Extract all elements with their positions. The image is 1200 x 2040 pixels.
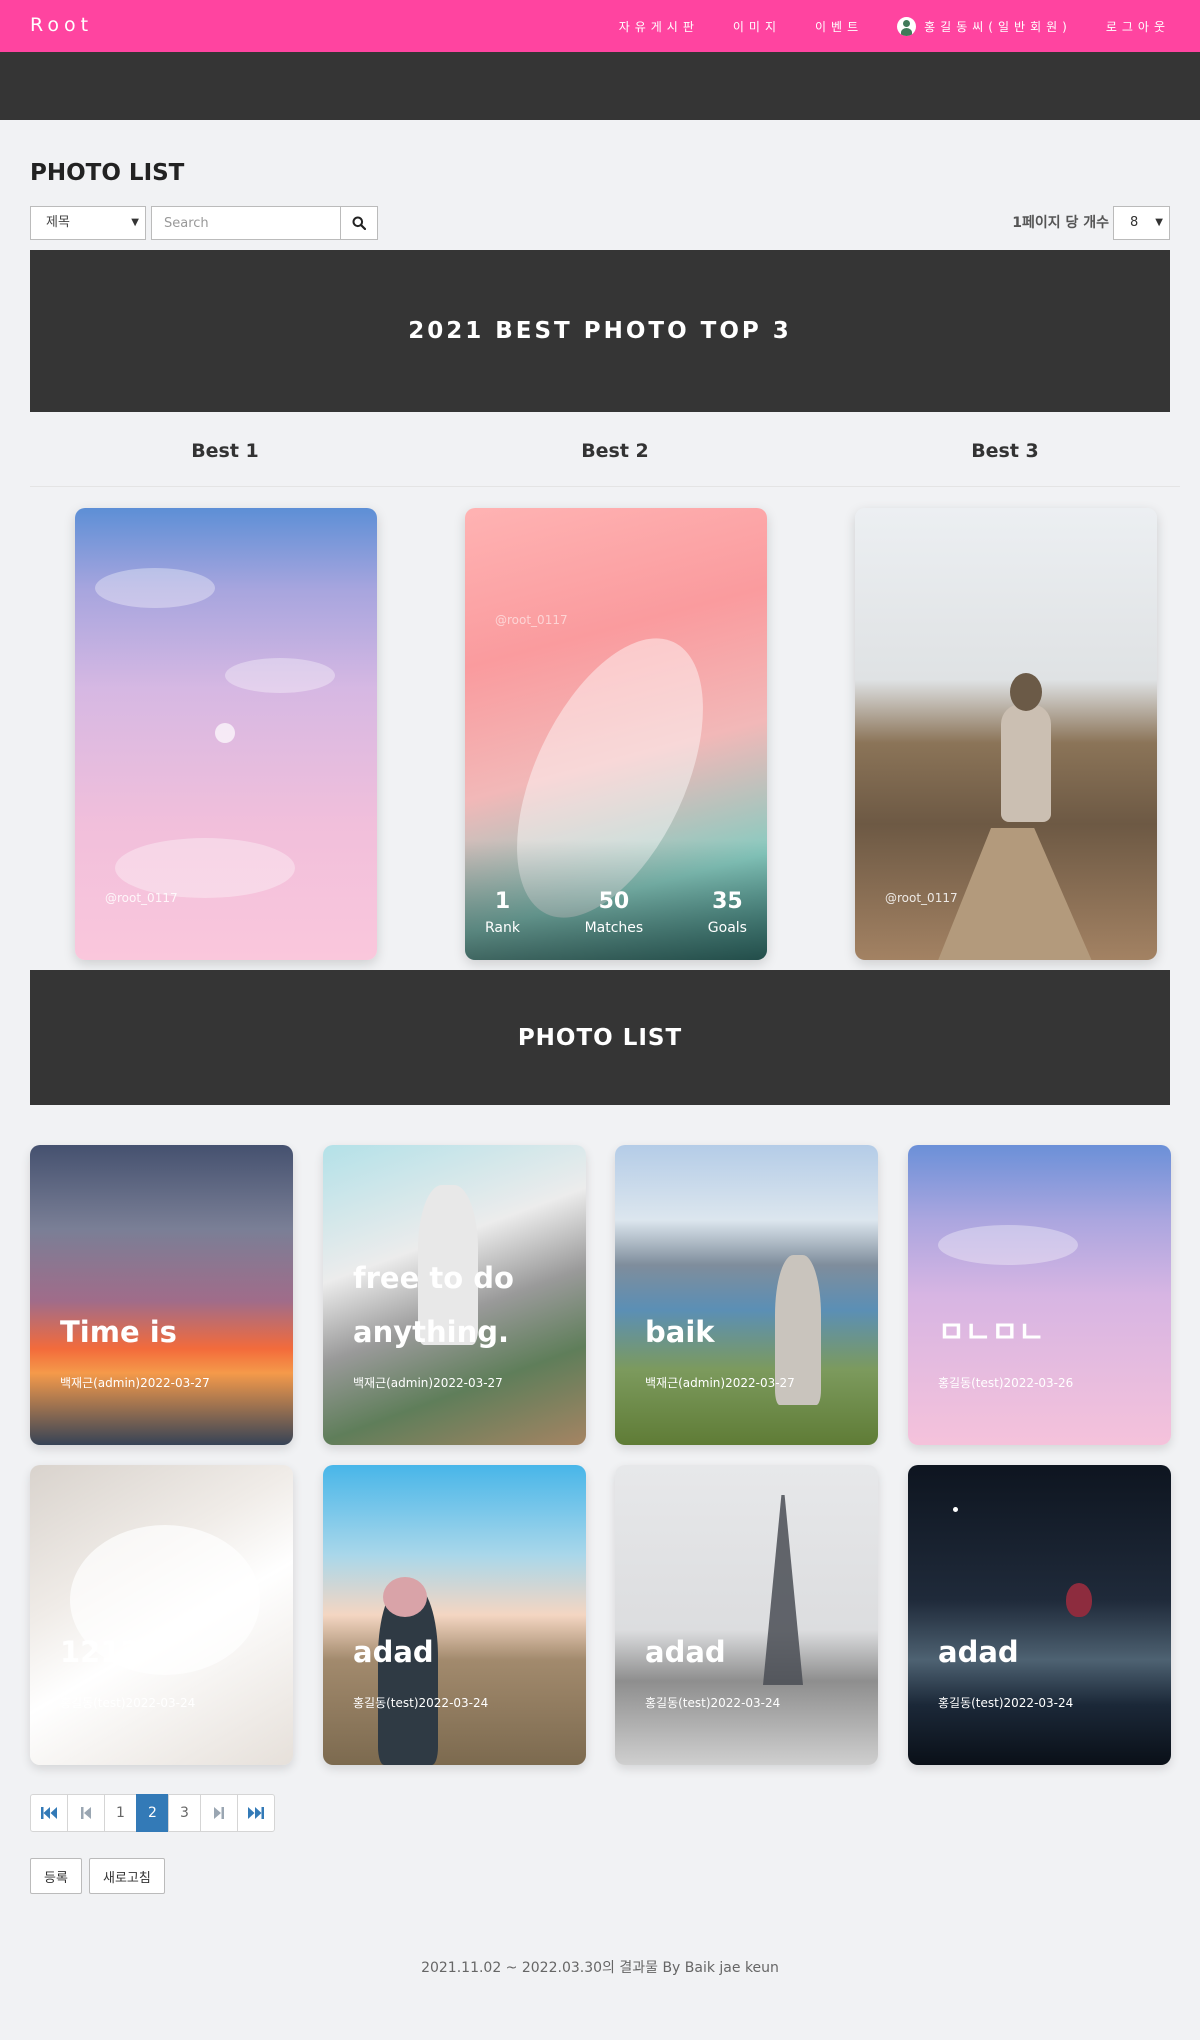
nav-user-link[interactable]: 홍길동씨(일반회원) — [897, 16, 1072, 36]
per-page-value: 8 — [1130, 215, 1139, 230]
stat-rank-value: 1 — [494, 889, 511, 914]
best-3-photo-card[interactable]: @root_0117 — [855, 508, 1157, 960]
stat-goals: 35 Goals — [708, 889, 747, 936]
person-head-shape — [1010, 673, 1042, 711]
photo-meta: 백재근(admin)2022-03-27 — [353, 1376, 503, 1390]
photo-list-banner-title: PHOTO LIST — [517, 1024, 683, 1051]
stat-goals-value: 35 — [712, 889, 743, 914]
first-page-button[interactable] — [30, 1794, 68, 1832]
photo-card[interactable]: 1212 홍길동(test)2022-03-24 — [30, 1465, 293, 1765]
user-avatar-icon — [897, 16, 917, 36]
per-page-label: 1페이지 당 개수 — [1012, 215, 1109, 231]
cloud-shape — [938, 1225, 1078, 1265]
cloud-shape — [225, 658, 335, 693]
footer-text: 2021.11.02 ~ 2022.03.30의 결과물 By Baik jae… — [421, 1960, 779, 1976]
cloud-shape — [115, 838, 295, 898]
best-3-watermark: @root_0117 — [885, 891, 958, 905]
photo-card[interactable]: free to do anything. 백재근(admin)2022-03-2… — [323, 1145, 586, 1445]
search-icon — [352, 216, 366, 230]
photo-meta: 홍길동(test)2022-03-26 — [938, 1376, 1074, 1390]
best-2-photo-card[interactable]: @root_0117 1 Rank 50 Matches 35 Goals — [465, 508, 767, 960]
photo-meta: 백재근(admin)2022-03-27 — [60, 1376, 210, 1390]
best-1-photo-card[interactable]: @root_0117 — [75, 508, 377, 960]
best-1-divider — [30, 486, 420, 487]
page-2-button[interactable]: 2 — [136, 1794, 169, 1832]
best-2-stats: 1 Rank 50 Matches 35 Goals — [465, 840, 767, 960]
search-field-select[interactable]: 제목 ▼ — [30, 206, 146, 240]
stat-matches: 50 Matches — [585, 889, 644, 936]
moon-shape — [215, 723, 235, 743]
photo-title: Time is — [60, 1315, 177, 1349]
photo-meta: 백재근(admin)2022-03-27 — [645, 1376, 795, 1390]
page-1-button[interactable]: 1 — [104, 1794, 137, 1832]
photo-title: adad — [645, 1635, 726, 1669]
search-input[interactable] — [151, 206, 341, 240]
photo-card[interactable]: adad 홍길동(test)2022-03-24 — [908, 1465, 1171, 1765]
nav-link-image[interactable]: 이미지 — [733, 18, 781, 35]
balloon-shape — [1066, 1583, 1092, 1617]
photo-meta: 홍길동(test)2022-03-24 — [60, 1696, 196, 1710]
page-title: PHOTO LIST — [30, 160, 185, 186]
photo-card[interactable]: adad 홍길동(test)2022-03-24 — [615, 1465, 878, 1765]
best-3-heading: Best 3 — [971, 440, 1039, 462]
stat-matches-label: Matches — [584, 920, 644, 936]
prev-page-icon — [81, 1807, 91, 1819]
photo-title: ㅁㄴㅁㄴ — [938, 1315, 1045, 1349]
chevron-down-icon: ▼ — [1155, 217, 1163, 228]
photo-meta: 홍길동(test)2022-03-24 — [938, 1696, 1074, 1710]
photo-meta: 홍길동(test)2022-03-24 — [645, 1696, 781, 1710]
nav-links: 자유게시판 이미지 이벤트 홍길동씨(일반회원) 로그아웃 — [619, 0, 1170, 52]
stat-rank: 1 Rank — [485, 889, 520, 936]
logout-link[interactable]: 로그아웃 — [1106, 18, 1170, 35]
stat-rank-label: Rank — [485, 920, 520, 936]
nav-link-board[interactable]: 자유게시판 — [619, 18, 699, 35]
register-button[interactable]: 등록 — [30, 1858, 82, 1894]
photo-title: free to do anything. — [353, 1261, 514, 1349]
best-2-watermark: @root_0117 — [495, 613, 568, 627]
last-page-button[interactable] — [237, 1794, 275, 1832]
photo-list-banner: PHOTO LIST — [30, 970, 1170, 1105]
user-name: 홍길동씨(일반회원) — [924, 19, 1072, 34]
search-button[interactable] — [340, 206, 378, 240]
nav-link-event[interactable]: 이벤트 — [815, 18, 863, 35]
top-nav: Root 자유게시판 이미지 이벤트 홍길동씨(일반회원) 로그아웃 — [0, 0, 1200, 52]
beanie-shape — [383, 1577, 427, 1617]
photo-card[interactable]: ㅁㄴㅁㄴ 홍길동(test)2022-03-26 — [908, 1145, 1171, 1445]
page-3-button[interactable]: 3 — [168, 1794, 201, 1832]
photo-card[interactable]: Time is 백재근(admin)2022-03-27 — [30, 1145, 293, 1445]
photo-title: adad — [938, 1635, 1019, 1669]
first-page-icon — [41, 1807, 57, 1819]
search-field-value: 제목 — [46, 215, 70, 230]
best-banner-title: 2021 BEST PHOTO TOP 3 — [408, 318, 792, 344]
best-banner: 2021 BEST PHOTO TOP 3 — [30, 250, 1170, 412]
stat-matches-value: 50 — [598, 889, 630, 914]
stat-goals-label: Goals — [707, 920, 747, 936]
prev-page-button[interactable] — [67, 1794, 105, 1832]
photo-title: adad — [353, 1635, 434, 1669]
sub-header-bar — [0, 52, 1200, 120]
next-page-icon — [214, 1807, 224, 1819]
photo-title: 1212 — [60, 1635, 141, 1669]
photo-meta: 홍길동(test)2022-03-24 — [353, 1696, 489, 1710]
boardwalk-shape — [935, 828, 1095, 960]
cloud-shape — [95, 568, 215, 608]
brand-logo[interactable]: Root — [30, 14, 93, 36]
next-page-button[interactable] — [200, 1794, 238, 1832]
chevron-down-icon: ▼ — [131, 217, 139, 228]
per-page-select[interactable]: 8 ▼ — [1113, 206, 1170, 240]
moon-shape — [953, 1507, 958, 1512]
best-1-watermark: @root_0117 — [105, 891, 178, 905]
photo-card[interactable]: adad 홍길동(test)2022-03-24 — [323, 1465, 586, 1765]
pagination: 1 2 3 — [30, 1794, 275, 1832]
best-2-divider — [400, 486, 790, 487]
best-1-heading: Best 1 — [191, 440, 259, 462]
best-3-divider — [790, 486, 1180, 487]
person-shape — [1001, 704, 1051, 822]
photo-title: baik — [645, 1315, 715, 1349]
best-2-heading: Best 2 — [581, 440, 649, 462]
refresh-button[interactable]: 새로고침 — [89, 1858, 165, 1894]
last-page-icon — [248, 1807, 264, 1819]
photo-card[interactable]: baik 백재근(admin)2022-03-27 — [615, 1145, 878, 1445]
